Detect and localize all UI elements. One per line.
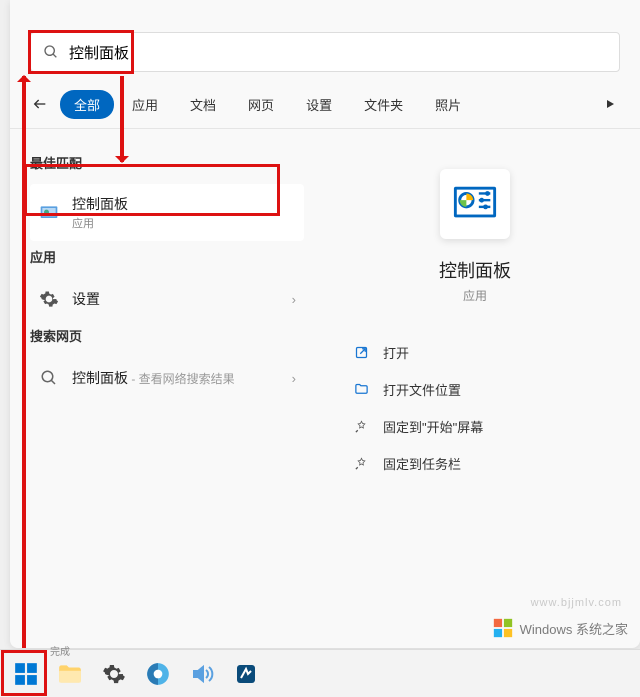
folder-icon — [57, 663, 83, 685]
apps-result-settings[interactable]: 设置 › — [30, 278, 304, 320]
tab-settings[interactable]: 设置 — [292, 90, 346, 119]
taskbar-settings[interactable] — [92, 654, 136, 694]
result-subtitle: 应用 — [72, 215, 296, 231]
watermark-text: Windows 系统之家 — [520, 619, 628, 638]
app-icon — [234, 662, 258, 686]
filter-tabs: 全部 应用 文档 网页 设置 文件夹 照片 — [10, 80, 640, 129]
result-text: 设置 — [72, 289, 284, 309]
action-pin-start[interactable]: 固定到"开始"屏幕 — [350, 408, 600, 445]
best-match-heading: 最佳匹配 — [30, 153, 304, 172]
actions-list: 打开 打开文件位置 固定到"开始"屏幕 固定到任务栏 — [330, 334, 620, 482]
more-tabs-button[interactable] — [594, 88, 626, 120]
result-text: 控制面板 - 查看网络搜索结果 — [72, 368, 284, 388]
tab-photos[interactable]: 照片 — [421, 90, 475, 119]
gear-icon — [102, 662, 126, 686]
action-label: 固定到任务栏 — [383, 454, 461, 473]
arrow-left-icon — [32, 96, 48, 112]
action-label: 打开 — [383, 343, 409, 362]
result-title: 控制面板 — [72, 194, 296, 214]
search-bar[interactable] — [30, 32, 620, 72]
web-result[interactable]: 控制面板 - 查看网络搜索结果 › — [30, 357, 304, 399]
gear-icon — [38, 288, 60, 310]
search-icon — [38, 367, 60, 389]
action-label: 固定到"开始"屏幕 — [383, 417, 483, 436]
result-title: 设置 — [72, 289, 284, 309]
action-label: 打开文件位置 — [383, 380, 461, 399]
search-input[interactable] — [69, 44, 607, 61]
back-button[interactable] — [24, 88, 56, 120]
search-bar-container — [10, 0, 640, 80]
detail-subtitle: 应用 — [463, 287, 487, 304]
taskbar-app[interactable] — [224, 654, 268, 694]
tab-web[interactable]: 网页 — [234, 90, 288, 119]
chevron-right-icon: › — [292, 371, 296, 386]
tab-all[interactable]: 全部 — [60, 90, 114, 119]
tab-folders[interactable]: 文件夹 — [350, 90, 417, 119]
tab-docs[interactable]: 文档 — [176, 90, 230, 119]
done-label: 完成 — [50, 643, 70, 658]
details-panel: 控制面板 应用 打开 打开文件位置 固定到"开始"屏幕 固定到任务 — [310, 129, 640, 653]
watermark: Windows 系统之家 — [492, 617, 628, 639]
pin-icon — [354, 419, 369, 434]
chevron-right-icon: › — [292, 292, 296, 307]
taskbar-volume[interactable] — [180, 654, 224, 694]
result-text: 控制面板 应用 — [72, 194, 296, 231]
windows-start-icon — [13, 661, 39, 687]
play-icon — [604, 98, 616, 110]
pin-icon — [354, 456, 369, 471]
windows-logo-icon — [492, 617, 514, 639]
browser-icon — [145, 661, 171, 687]
result-title: 控制面板 — [72, 370, 128, 386]
search-results-panel: 全部 应用 文档 网页 设置 文件夹 照片 最佳匹配 控制面板 应用 应用 — [10, 0, 640, 648]
control-panel-icon — [38, 202, 60, 224]
results-content: 最佳匹配 控制面板 应用 应用 设置 › — [10, 129, 640, 653]
speaker-icon — [190, 662, 214, 686]
app-icon-large — [440, 169, 510, 239]
action-open-location[interactable]: 打开文件位置 — [350, 371, 600, 408]
apps-heading: 应用 — [30, 247, 304, 266]
taskbar-explorer[interactable] — [48, 654, 92, 694]
detail-title: 控制面板 — [439, 257, 511, 283]
control-panel-icon — [452, 181, 498, 227]
taskbar: 完成 — [0, 649, 640, 697]
tab-apps[interactable]: 应用 — [118, 90, 172, 119]
watermark-url: www.bjjmlv.com — [531, 597, 622, 609]
search-icon — [43, 44, 59, 60]
web-heading: 搜索网页 — [30, 326, 304, 345]
action-pin-taskbar[interactable]: 固定到任务栏 — [350, 445, 600, 482]
action-open[interactable]: 打开 — [350, 334, 600, 371]
results-list: 最佳匹配 控制面板 应用 应用 设置 › — [10, 129, 310, 653]
folder-icon — [354, 382, 369, 397]
best-match-result[interactable]: 控制面板 应用 — [30, 184, 304, 241]
start-button[interactable] — [4, 654, 48, 694]
result-suffix: - 查看网络搜索结果 — [128, 372, 235, 386]
open-external-icon — [354, 345, 369, 360]
taskbar-browser[interactable] — [136, 654, 180, 694]
